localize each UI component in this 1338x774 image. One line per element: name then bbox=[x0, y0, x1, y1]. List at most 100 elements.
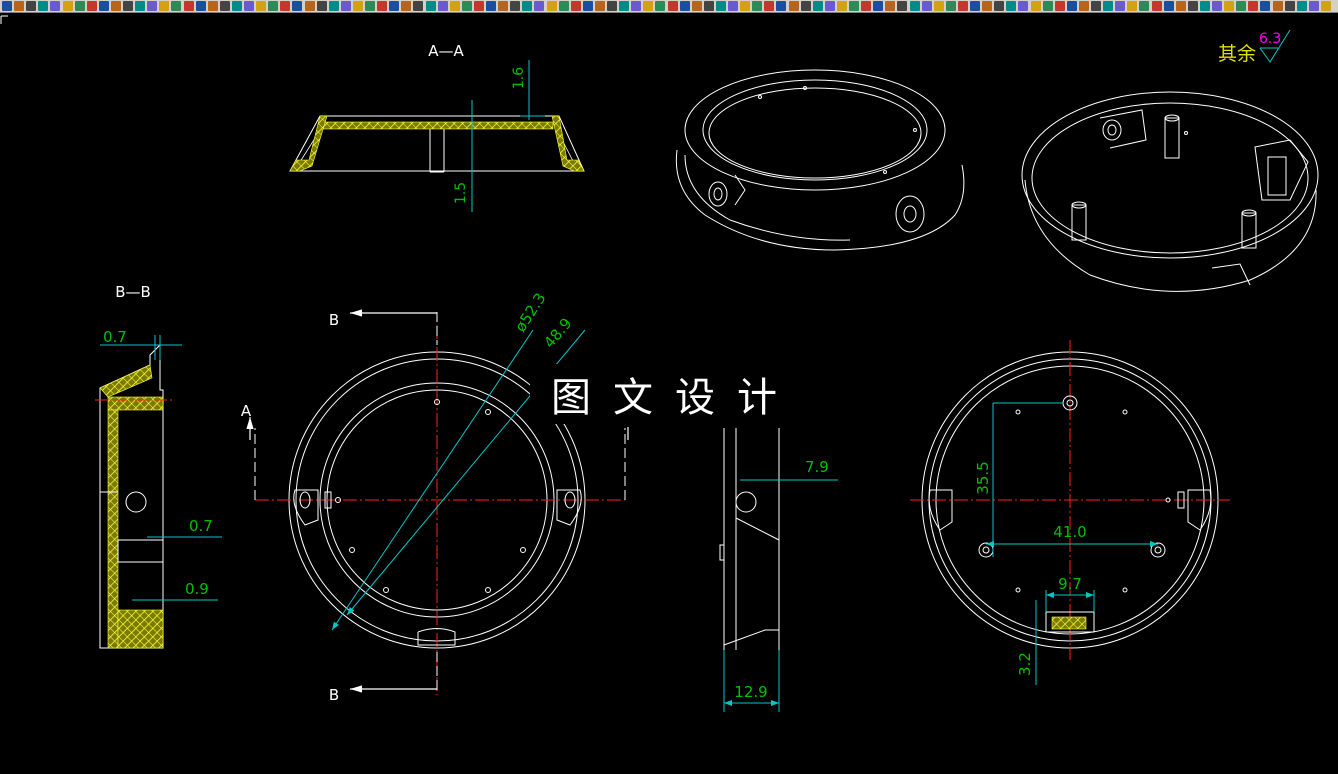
toolbar-button[interactable] bbox=[195, 1, 206, 11]
section-bb-view[interactable]: B—B 0.7 0.7 0.9 bbox=[95, 283, 222, 649]
toolbar-button[interactable] bbox=[885, 1, 896, 11]
toolbar-button[interactable] bbox=[522, 1, 533, 11]
toolbar-button[interactable] bbox=[268, 1, 279, 11]
toolbar-button[interactable] bbox=[159, 1, 170, 11]
toolbar-button[interactable] bbox=[921, 1, 932, 11]
toolbar-button[interactable] bbox=[1151, 1, 1162, 11]
toolbar-button[interactable] bbox=[98, 1, 109, 11]
toolbar-button[interactable] bbox=[50, 1, 61, 11]
toolbar-button[interactable] bbox=[1236, 1, 1247, 11]
toolbar-button[interactable] bbox=[1078, 1, 1089, 11]
toolbar-button[interactable] bbox=[1308, 1, 1319, 11]
toolbar-button[interactable] bbox=[473, 1, 484, 11]
toolbar-button[interactable] bbox=[304, 1, 315, 11]
toolbar-button[interactable] bbox=[498, 1, 509, 11]
toolbar-button[interactable] bbox=[340, 1, 351, 11]
toolbar-button[interactable] bbox=[1284, 1, 1295, 11]
toolbar-button[interactable] bbox=[510, 1, 521, 11]
toolbar-button[interactable] bbox=[667, 1, 678, 11]
isometric-view-top[interactable] bbox=[675, 69, 965, 251]
toolbar-button[interactable] bbox=[1272, 1, 1283, 11]
toolbar-button[interactable] bbox=[994, 1, 1005, 11]
toolbar-button[interactable] bbox=[256, 1, 267, 11]
toolbar-button[interactable] bbox=[619, 1, 630, 11]
toolbar-button[interactable] bbox=[171, 1, 182, 11]
toolbar-button[interactable] bbox=[413, 1, 424, 11]
toolbar-button[interactable] bbox=[1212, 1, 1222, 11]
toolbar-button[interactable] bbox=[1018, 1, 1029, 11]
toolbar-button[interactable] bbox=[1163, 1, 1174, 11]
toolbar-button[interactable] bbox=[328, 1, 339, 11]
toolbar-button[interactable] bbox=[873, 1, 884, 11]
toolbar-button[interactable] bbox=[582, 1, 593, 11]
toolbar-button[interactable] bbox=[558, 1, 569, 11]
toolbar-button[interactable] bbox=[1054, 1, 1065, 11]
toolbar-button[interactable] bbox=[1006, 1, 1017, 11]
toolbar-button[interactable] bbox=[1030, 1, 1041, 11]
toolbar-button[interactable] bbox=[824, 1, 835, 11]
toolbar-button[interactable] bbox=[1066, 1, 1077, 11]
toolbar-button[interactable] bbox=[607, 1, 617, 11]
toolbar-button[interactable] bbox=[377, 1, 388, 11]
toolbar-button[interactable] bbox=[1127, 1, 1138, 11]
toolbar-button[interactable] bbox=[135, 1, 146, 11]
toolbar-button[interactable] bbox=[534, 1, 545, 11]
toolbar-button[interactable] bbox=[715, 1, 726, 11]
toolbar-button[interactable] bbox=[945, 1, 956, 11]
toolbar-button[interactable] bbox=[728, 1, 738, 11]
toolbar-button[interactable] bbox=[292, 1, 303, 11]
toolbar-button[interactable] bbox=[449, 1, 460, 11]
toolbar-button[interactable] bbox=[703, 1, 714, 11]
toolbar-button[interactable] bbox=[1199, 1, 1210, 11]
toolbar-button[interactable] bbox=[800, 1, 811, 11]
toolbar-button[interactable] bbox=[764, 1, 775, 11]
toolbar-button[interactable] bbox=[401, 1, 412, 11]
toolbar-button[interactable] bbox=[752, 1, 763, 11]
toolbar-button[interactable] bbox=[147, 1, 158, 11]
toolbar-button[interactable] bbox=[909, 1, 920, 11]
toolbar-button[interactable] bbox=[546, 1, 557, 11]
toolbar-button[interactable] bbox=[812, 1, 823, 11]
toolbar-button[interactable] bbox=[389, 1, 400, 11]
toolbar-button[interactable] bbox=[776, 1, 787, 11]
toolbar-button[interactable] bbox=[316, 1, 327, 11]
toolbar-button[interactable] bbox=[1091, 1, 1101, 11]
toolbar-button[interactable] bbox=[365, 1, 375, 11]
side-view[interactable]: 7.9 12.9 bbox=[719, 428, 838, 712]
toolbar-button[interactable] bbox=[1042, 1, 1053, 11]
toolbar-button[interactable] bbox=[897, 1, 908, 11]
section-aa-view[interactable]: A—A 1.6 1.5 bbox=[289, 42, 585, 212]
toolbar-button[interactable] bbox=[631, 1, 642, 11]
toolbar-button[interactable] bbox=[1296, 1, 1307, 11]
toolbar-button[interactable] bbox=[183, 1, 194, 11]
toolbar-button[interactable] bbox=[219, 1, 230, 11]
toolbar-button[interactable] bbox=[352, 1, 363, 11]
toolbar-button[interactable] bbox=[62, 1, 73, 11]
toolbar-button[interactable] bbox=[836, 1, 847, 11]
toolbar-button[interactable] bbox=[570, 1, 581, 11]
toolbar-button[interactable] bbox=[1320, 1, 1331, 11]
isometric-view-inner[interactable] bbox=[1021, 91, 1319, 292]
toolbar-button[interactable] bbox=[1260, 1, 1271, 11]
toolbar-button[interactable] bbox=[982, 1, 993, 11]
front-view[interactable]: B B A ø52.3 48.9 bbox=[241, 290, 629, 704]
toolbar-button[interactable] bbox=[849, 1, 859, 11]
toolbar-button[interactable] bbox=[74, 1, 85, 11]
toolbar-button[interactable] bbox=[1224, 1, 1235, 11]
toolbar-button[interactable] bbox=[110, 1, 121, 11]
toolbar-button[interactable] bbox=[461, 1, 472, 11]
toolbar-button[interactable] bbox=[244, 1, 254, 11]
toolbar-button[interactable] bbox=[1139, 1, 1150, 11]
toolbar-button[interactable] bbox=[594, 1, 605, 11]
toolbar-button[interactable] bbox=[1103, 1, 1114, 11]
toolbar-button[interactable] bbox=[655, 1, 666, 11]
toolbar-button[interactable] bbox=[280, 1, 291, 11]
toolbar-button[interactable] bbox=[679, 1, 690, 11]
toolbar-button[interactable] bbox=[425, 1, 436, 11]
toolbar-button[interactable] bbox=[123, 1, 133, 11]
toolbar-button[interactable] bbox=[486, 1, 496, 11]
toolbar-button[interactable] bbox=[933, 1, 944, 11]
toolbar-button[interactable] bbox=[26, 1, 37, 11]
toolbar-button[interactable] bbox=[86, 1, 97, 11]
toolbar-button[interactable] bbox=[207, 1, 218, 11]
